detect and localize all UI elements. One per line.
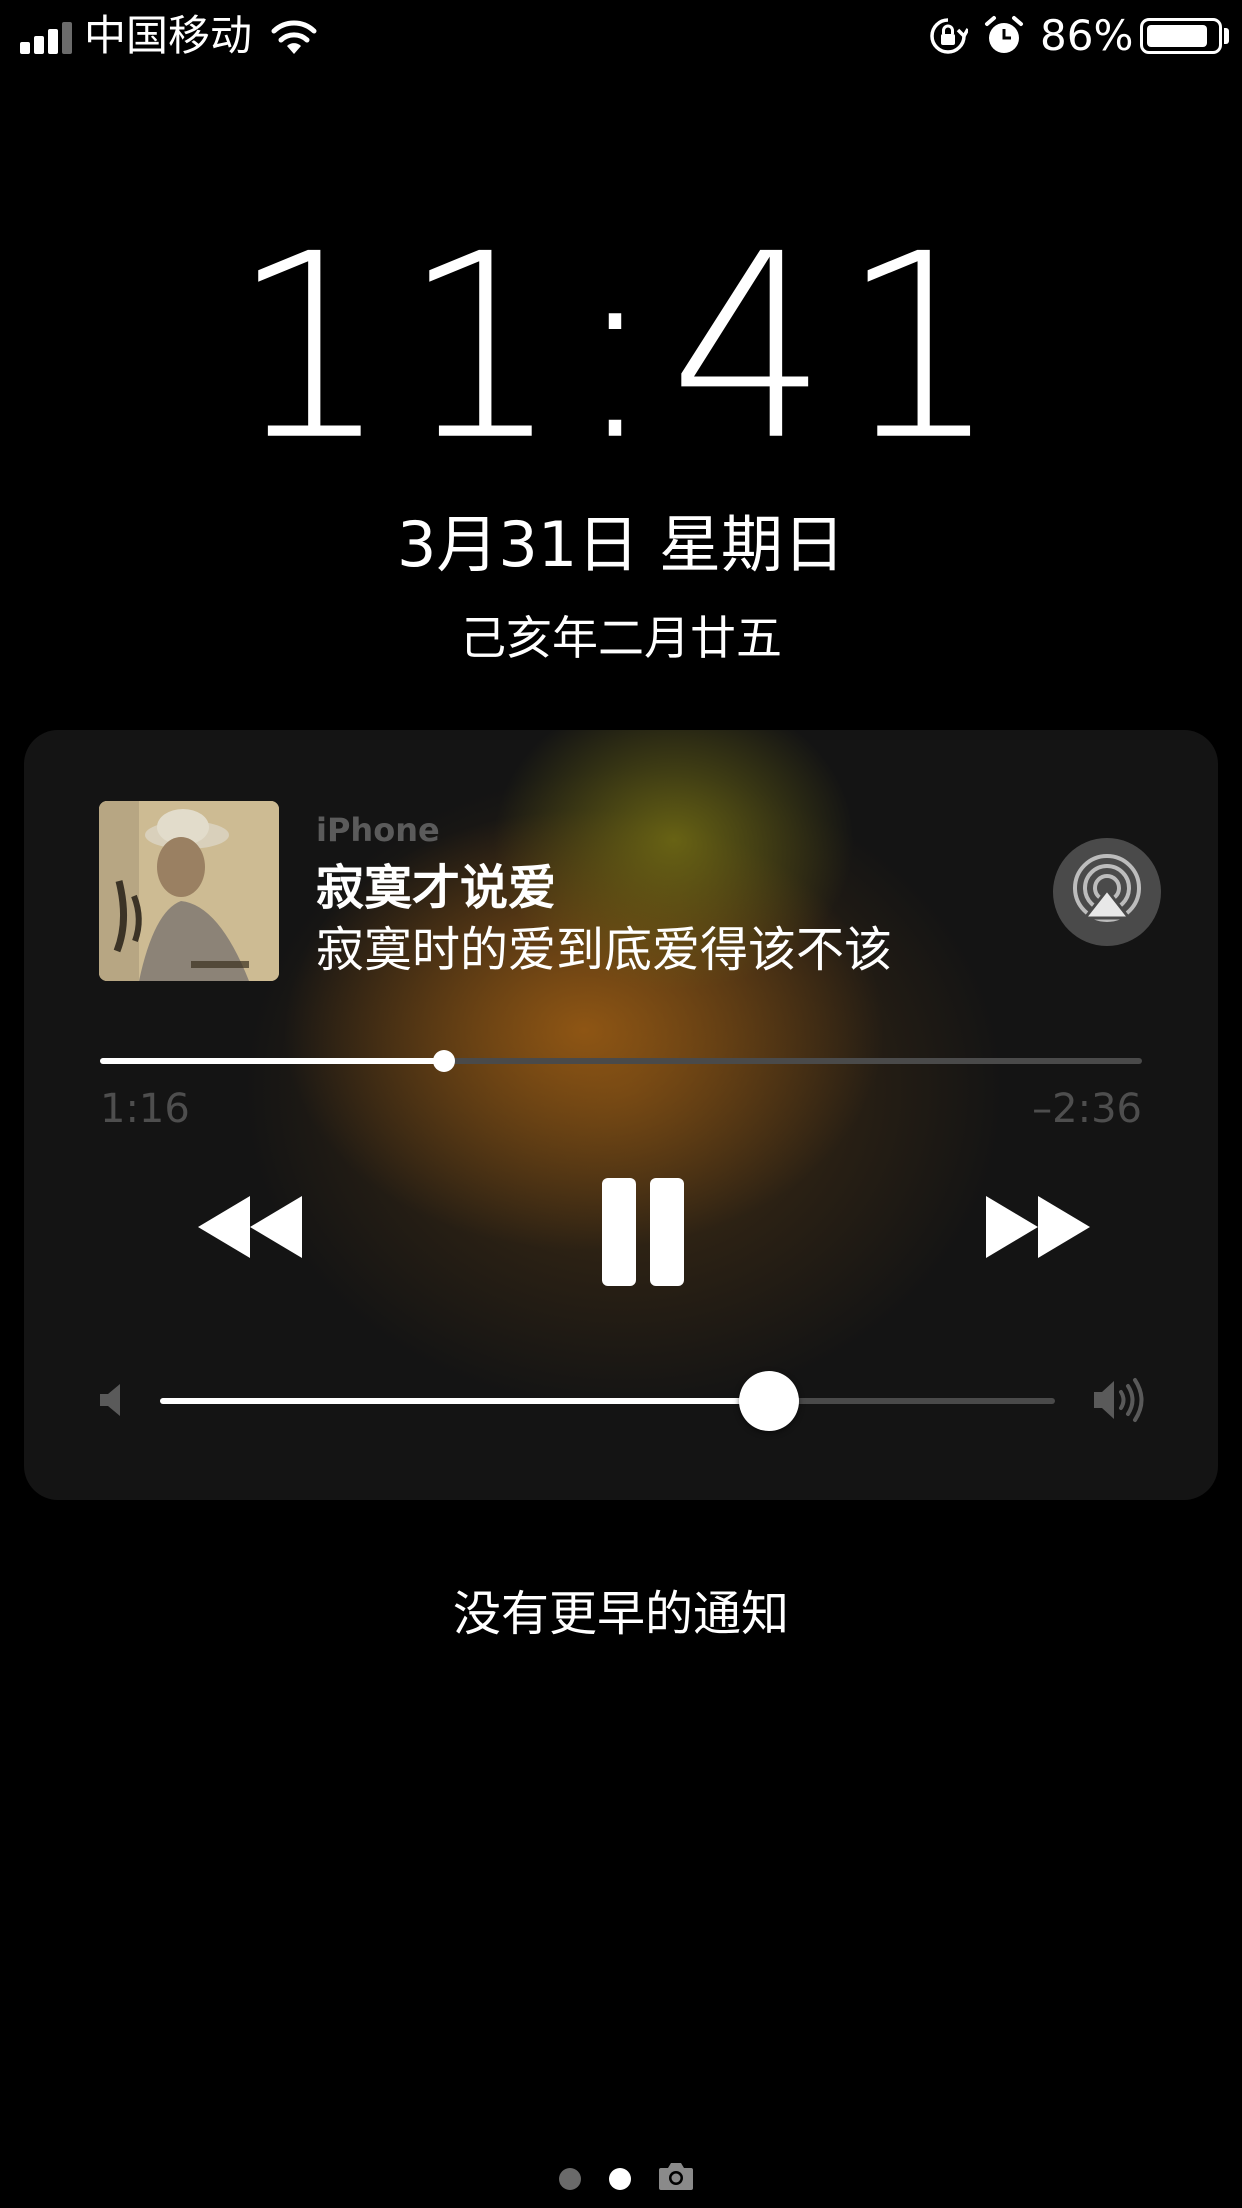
volume-knob[interactable] <box>738 1371 799 1431</box>
lunar-date: 己亥年二月廿五 <box>460 611 782 665</box>
progress-scrubber[interactable] <box>100 1050 1142 1072</box>
track-subtitle[interactable]: 寂寞时的爱到底爱得该不该 <box>316 920 892 980</box>
playback-source: iPhone <box>316 811 440 849</box>
volume-low-icon <box>100 1384 120 1416</box>
now-playing-card: iPhone 寂寞才说爱 寂寞时的爱到底爱得该不该 1:16 –2:36 <box>24 730 1218 1500</box>
page-dot[interactable] <box>559 2168 581 2190</box>
alarm-icon <box>985 16 1023 53</box>
lock-screen-time: 11:41 <box>230 199 1012 496</box>
carrier-name: 中国移动 <box>84 11 253 60</box>
rotation-lock-icon <box>930 18 968 54</box>
progress-fill <box>100 1058 444 1064</box>
forward-button[interactable] <box>980 1192 1090 1262</box>
no-older-notifications: 没有更早的通知 <box>452 1586 789 1642</box>
volume-slider[interactable] <box>160 1371 1055 1431</box>
lock-screen-date: 3月31日 星期日 <box>396 508 846 581</box>
airplay-button[interactable] <box>1053 838 1161 946</box>
remaining-time: –2:36 <box>1032 1086 1142 1132</box>
battery-icon <box>1140 18 1222 54</box>
track-title[interactable]: 寂寞才说爱 <box>316 858 556 918</box>
elapsed-time: 1:16 <box>100 1086 190 1132</box>
rewind-icon <box>198 1196 302 1258</box>
page-indicator[interactable] <box>0 2160 1242 2194</box>
airplay-icon <box>1073 854 1141 922</box>
rewind-button[interactable] <box>198 1192 308 1262</box>
album-art[interactable] <box>99 801 279 981</box>
wifi-icon <box>271 20 317 54</box>
camera-icon[interactable] <box>658 2160 694 2192</box>
volume-fill <box>160 1398 769 1404</box>
pause-button[interactable] <box>596 1178 688 1290</box>
volume-high-icon <box>1094 1378 1144 1422</box>
page-dot-current[interactable] <box>609 2168 631 2190</box>
forward-icon <box>986 1196 1090 1258</box>
progress-knob[interactable] <box>432 1050 455 1072</box>
battery-percentage: 86% <box>1040 11 1134 60</box>
signal-icon <box>20 22 76 54</box>
battery-tip <box>1224 28 1229 44</box>
status-bar: 中国移动 86% <box>0 0 1242 72</box>
